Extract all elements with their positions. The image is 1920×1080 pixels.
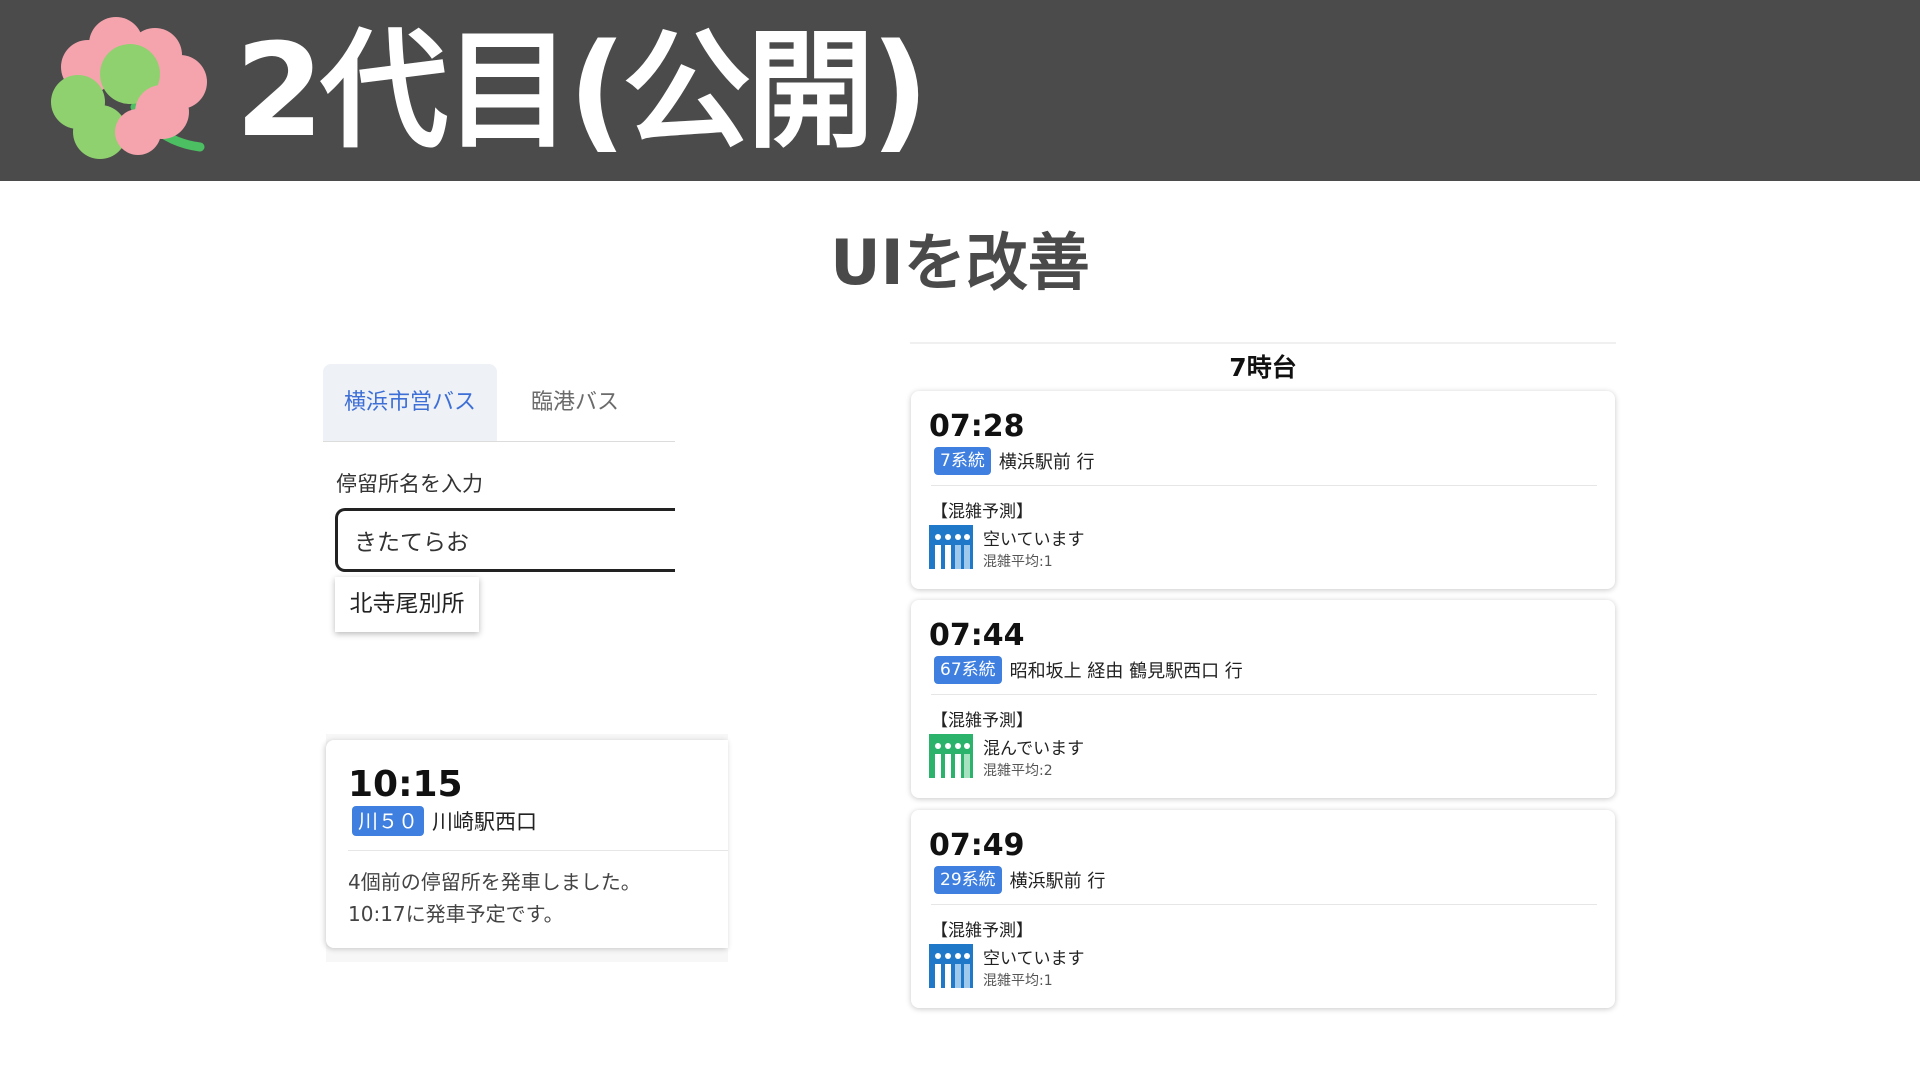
route-badge: 29系統: [934, 866, 1002, 894]
tab-divider: [323, 441, 675, 442]
departure-time: 07:28: [929, 409, 1025, 444]
arrival-card: 10:15 川５０ 川崎駅西口 4個前の停留所を発車しました。 10:17に発車…: [326, 740, 728, 948]
four-leaf-clover-icon: [51, 17, 207, 159]
departure-card[interactable]: 07:44 67系統 昭和坂上 経由 鶴見駅西口 行 【混雑予測】 混んでいます…: [911, 600, 1615, 798]
crowd-average: 混雑平均:1: [983, 973, 1053, 989]
departure-route-row: 7系統 横浜駅前 行: [934, 447, 1095, 475]
arrival-destination: 川崎駅西口: [432, 810, 537, 834]
departure-route-row: 29系統 横浜駅前 行: [934, 866, 1105, 894]
route-badge: 7系統: [934, 447, 991, 475]
departure-card[interactable]: 07:28 7系統 横浜駅前 行 【混雑予測】 空いています 混雑平均:1: [911, 391, 1615, 589]
card-divider: [931, 904, 1597, 905]
card-divider: [931, 485, 1597, 486]
departure-destination: 横浜駅前 行: [998, 452, 1095, 473]
departure-route-row: 67系統 昭和坂上 経由 鶴見駅西口 行: [934, 656, 1243, 684]
crowd-level-text: 空いています: [983, 949, 1085, 969]
crowd-level-text: 混んでいます: [983, 739, 1085, 759]
slide-title: 2代目(公開): [235, 17, 929, 166]
crowd-level-text: 空いています: [983, 530, 1085, 550]
arrival-route-row: 川５０ 川崎駅西口: [352, 806, 537, 836]
route-badge: 67系統: [934, 656, 1002, 684]
departure-time: 07:44: [929, 618, 1025, 653]
route-badge: 川５０: [352, 806, 424, 836]
timetable-top-divider: [910, 342, 1616, 344]
crowd-level-icon: [929, 525, 973, 569]
slide-subtitle: UIを改善: [830, 226, 1090, 299]
tab-yokohama-city-bus[interactable]: 横浜市営バス: [323, 364, 497, 442]
departure-card[interactable]: 07:49 29系統 横浜駅前 行 【混雑予測】 空いています 混雑平均:1: [911, 810, 1615, 1008]
arrival-status: 4個前の停留所を発車しました。 10:17に発車予定です。: [348, 866, 641, 930]
stop-name-input[interactable]: [335, 508, 675, 572]
arrival-time: 10:15: [348, 764, 463, 805]
crowd-average: 混雑平均:2: [983, 763, 1053, 779]
departure-time: 07:49: [929, 828, 1025, 863]
crowd-level-icon: [929, 734, 973, 778]
crowd-average: 混雑平均:1: [983, 554, 1053, 570]
crowd-forecast-header: 【混雑予測】: [931, 921, 1033, 941]
tab-rinko-bus[interactable]: 臨港バス: [510, 364, 640, 442]
departure-destination: 昭和坂上 経由 鶴見駅西口 行: [1009, 661, 1243, 682]
card-divider: [348, 850, 728, 851]
departure-destination: 横浜駅前 行: [1009, 871, 1106, 892]
stop-suggestion-item[interactable]: 北寺尾別所: [335, 577, 479, 632]
arrival-status-line: 4個前の停留所を発車しました。: [348, 870, 641, 894]
crowd-forecast-header: 【混雑予測】: [931, 502, 1033, 522]
timetable-hour-label: 7時台: [1229, 353, 1297, 382]
crowd-level-icon: [929, 944, 973, 988]
arrival-status-line: 10:17に発車予定です。: [348, 902, 564, 926]
crowd-forecast-header: 【混雑予測】: [931, 711, 1033, 731]
card-divider: [931, 694, 1597, 695]
stop-name-label: 停留所名を入力: [336, 472, 483, 496]
